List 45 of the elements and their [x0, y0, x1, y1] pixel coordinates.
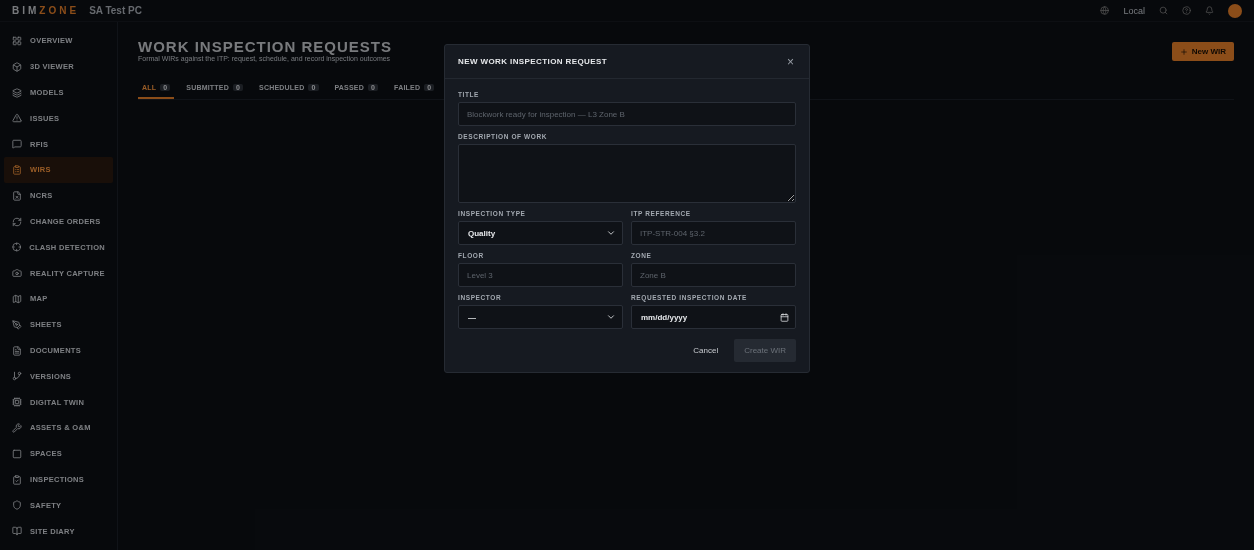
brand-logo: BIM ZONE [12, 5, 80, 17]
text-input-field[interactable]: Blockwork ready for inspection — L3 Zone B [458, 102, 796, 126]
project-name[interactable]: SA Test PC [89, 5, 142, 17]
nav-icon [12, 139, 22, 150]
nav-icon [12, 242, 22, 253]
dropdown-select[interactable]: Quality [458, 221, 623, 245]
help-icon[interactable] [1182, 6, 1191, 16]
nav-icon [12, 397, 22, 408]
close-button[interactable]: × [785, 55, 796, 68]
nav-icon [12, 293, 22, 304]
nav-icon [12, 190, 22, 201]
date-field[interactable]: mm/dd/yyyy [631, 305, 796, 329]
dropdown-select[interactable]: — [458, 305, 623, 329]
nav-icon [12, 35, 22, 46]
description-textarea[interactable] [458, 144, 796, 203]
dialog-title: NEW WORK INSPECTION REQUEST [458, 57, 608, 66]
page-title: WORK INSPECTION REQUESTS [138, 38, 393, 56]
new-wir-button[interactable]: New WIR [1171, 42, 1234, 62]
calendar-icon [780, 312, 789, 322]
text-input-field[interactable]: Level 3 [458, 263, 623, 287]
nav-icon [12, 448, 22, 459]
nav-icon [12, 61, 22, 72]
status-label: Local [1123, 5, 1145, 16]
nav-icon [12, 87, 22, 98]
nav-icon [12, 164, 22, 175]
nav-icon [12, 216, 22, 227]
bell-icon[interactable] [1205, 6, 1214, 16]
nav-icon [12, 113, 22, 124]
nav-icon [12, 500, 22, 511]
nav-icon [12, 474, 22, 485]
nav-icon [12, 268, 22, 279]
user-avatar[interactable] [1228, 3, 1242, 18]
plus-icon [1179, 47, 1188, 56]
chevron-down-icon [606, 312, 616, 322]
chevron-down-icon [606, 228, 616, 238]
nav-icon [12, 319, 22, 330]
cancel-button[interactable]: Cancel [687, 340, 725, 361]
text-input-field[interactable]: Zone B [631, 263, 796, 287]
nav-icon [12, 526, 22, 537]
text-input-field[interactable]: ITP-STR-004 §3.2 [631, 221, 796, 245]
nav-icon [12, 345, 22, 356]
search-icon[interactable] [1159, 6, 1168, 16]
globe-icon[interactable] [1100, 6, 1110, 16]
nav-icon [12, 371, 22, 382]
nav-icon [12, 422, 22, 433]
